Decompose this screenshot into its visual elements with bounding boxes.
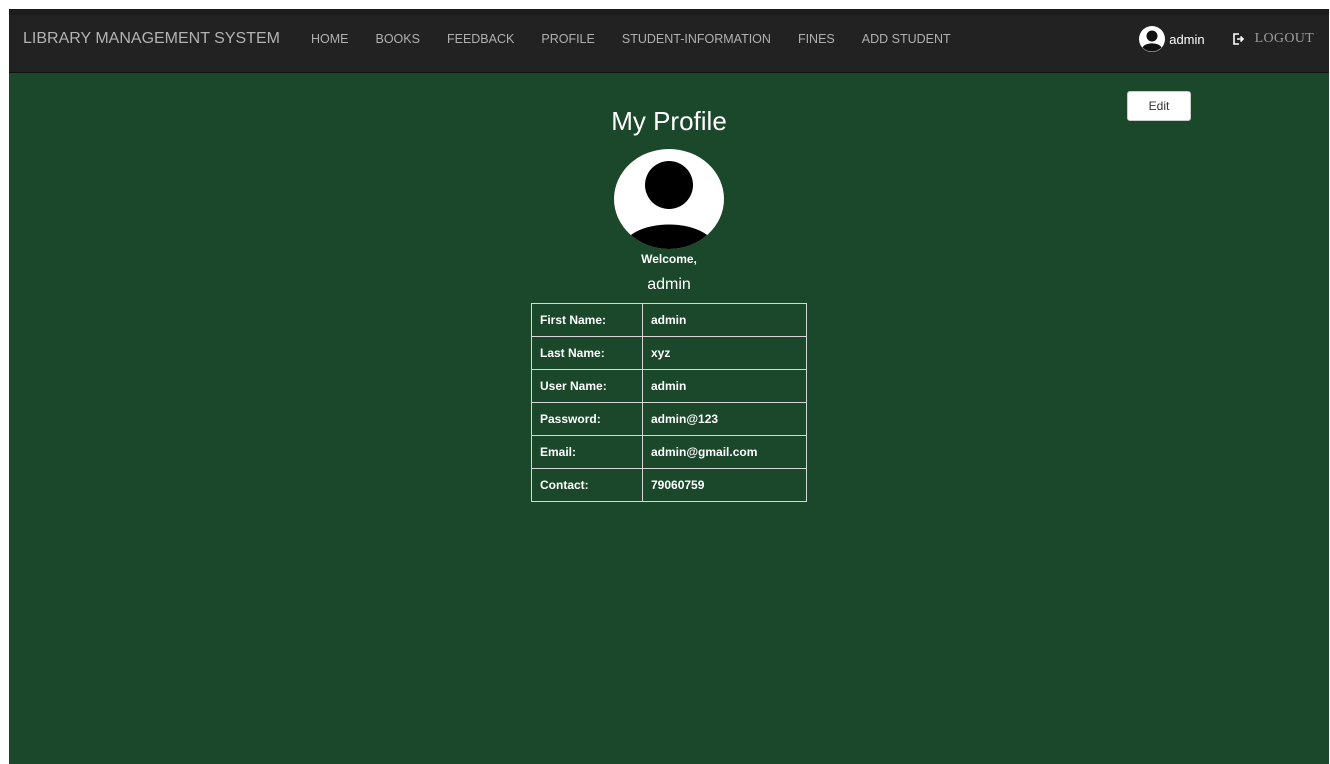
table-row: Last Name: xyz <box>531 336 807 370</box>
nav-books[interactable]: BOOKS <box>376 32 420 46</box>
field-value: admin <box>642 303 807 337</box>
field-label: Contact: <box>531 468 643 502</box>
page-title: My Profile <box>611 106 727 136</box>
app-frame: LIBRARY MANAGEMENT SYSTEM HOME BOOKS FEE… <box>9 9 1329 764</box>
field-label: User Name: <box>531 369 643 403</box>
profile-table: First Name: admin Last Name: xyz User Na… <box>531 303 807 502</box>
nav-right: admin LOGOUT <box>1139 15 1329 63</box>
welcome-username: admin <box>647 276 691 293</box>
nav-profile[interactable]: PROFILE <box>541 32 595 46</box>
nav-home[interactable]: HOME <box>311 32 349 46</box>
user-menu[interactable]: admin <box>1139 26 1205 52</box>
table-row: Password: admin@123 <box>531 402 807 436</box>
logout-link[interactable]: LOGOUT <box>1231 31 1314 47</box>
table-row: First Name: admin <box>531 303 807 337</box>
nav-add-student[interactable]: ADD STUDENT <box>862 32 951 46</box>
nav-feedback[interactable]: FEEDBACK <box>447 32 514 46</box>
field-value: admin@gmail.com <box>642 435 807 469</box>
field-value: admin <box>642 369 807 403</box>
nav-links: HOME BOOKS FEEDBACK PROFILE STUDENT-INFO… <box>311 15 978 63</box>
field-value: 79060759 <box>642 468 807 502</box>
brand-title[interactable]: LIBRARY MANAGEMENT SYSTEM <box>23 15 280 63</box>
nav-fines[interactable]: FINES <box>798 32 835 46</box>
navbar: LIBRARY MANAGEMENT SYSTEM HOME BOOKS FEE… <box>9 15 1329 73</box>
table-row: Email: admin@gmail.com <box>531 435 807 469</box>
field-label: Email: <box>531 435 643 469</box>
user-avatar-icon <box>614 149 724 249</box>
welcome-text: Welcome, <box>641 252 697 266</box>
field-label: First Name: <box>531 303 643 337</box>
user-circle-icon <box>1139 26 1166 52</box>
nav-student-information[interactable]: STUDENT-INFORMATION <box>622 32 771 46</box>
logout-icon <box>1232 33 1244 45</box>
field-label: Last Name: <box>531 336 643 370</box>
user-name: admin <box>1169 31 1205 47</box>
table-row: Contact: 79060759 <box>531 468 807 502</box>
field-value: xyz <box>642 336 807 370</box>
logout-label: LOGOUT <box>1254 31 1314 46</box>
table-row: User Name: admin <box>531 369 807 403</box>
field-label: Password: <box>531 402 643 436</box>
field-value: admin@123 <box>642 402 807 436</box>
